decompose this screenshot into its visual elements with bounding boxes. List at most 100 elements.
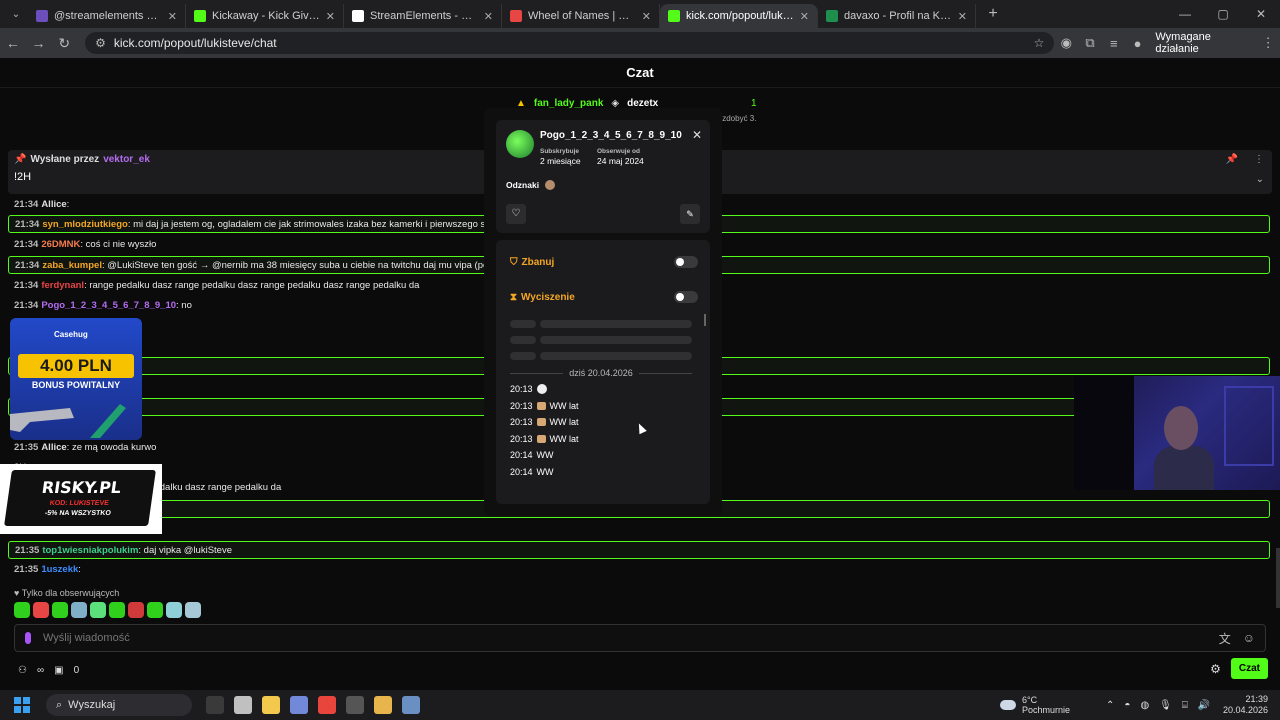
- page-scrollbar[interactable]: [1276, 548, 1280, 608]
- url-text[interactable]: kick.com/popout/lukisteve/chat: [114, 36, 1026, 50]
- browser-tab[interactable]: @streamelements mentione ✕: [28, 4, 186, 28]
- tab-favicon-icon: [36, 10, 48, 22]
- message-username[interactable]: top1wiesniakpolukim: [42, 545, 138, 556]
- history-scrollbar[interactable]: [704, 314, 706, 326]
- extension-icon[interactable]: ◉: [1054, 35, 1078, 51]
- settings-gear-icon[interactable]: ⚙: [1210, 662, 1221, 676]
- mute-toggle[interactable]: [674, 291, 698, 303]
- mute-label: Wyciszenie: [521, 291, 575, 303]
- heart-icon[interactable]: ♡: [506, 204, 526, 224]
- emote-icon[interactable]: [128, 602, 144, 618]
- taskbar-app-icon[interactable]: [262, 696, 280, 714]
- message-username[interactable]: 1uszekk: [41, 564, 78, 575]
- risky-ad: RISKY.PL KOD: LUKISTEVE -5% NA WSZYSTKO: [0, 464, 162, 534]
- windows-start-icon[interactable]: [14, 697, 30, 713]
- taskbar-clock[interactable]: 21:39 20.04.2026: [1223, 694, 1268, 716]
- emote-icon[interactable]: [185, 602, 201, 618]
- emote-icon[interactable]: [33, 602, 49, 618]
- taskbar-app-icon[interactable]: [206, 696, 224, 714]
- history-time: 20:13: [510, 400, 533, 411]
- weather-widget[interactable]: 6°C Pochmurnie: [1000, 690, 1070, 720]
- emote-icon[interactable]: [90, 602, 106, 618]
- steam-tray-icon[interactable]: ◍: [1140, 700, 1149, 711]
- browser-tab[interactable]: davaxo - Profil na Kick ✕: [818, 4, 976, 28]
- translate-icon[interactable]: 文: [1219, 630, 1231, 647]
- message-username[interactable]: Allice: [41, 199, 66, 210]
- close-tab-icon[interactable]: ✕: [958, 10, 967, 23]
- message-username[interactable]: Allice: [41, 442, 66, 453]
- taskbar-app-icon[interactable]: [234, 696, 252, 714]
- taskbar-app-icon[interactable]: [402, 696, 420, 714]
- close-tab-icon[interactable]: ✕: [168, 10, 177, 23]
- browser-tab[interactable]: Wheel of Names | Random nam ✕: [502, 4, 660, 28]
- mod-action-icon[interactable]: ✎: [680, 204, 700, 224]
- close-window-button[interactable]: ✕: [1242, 0, 1280, 28]
- network-icon[interactable]: ⌸: [1182, 700, 1188, 711]
- browser-tab[interactable]: kick.com/popout/lukisteve/chat ✕: [660, 4, 818, 28]
- taskbar-app-icon[interactable]: [346, 696, 364, 714]
- chat-input-box[interactable]: 文 ☺: [14, 624, 1266, 652]
- emoji-icon[interactable]: ☺: [1243, 631, 1255, 645]
- emote-icon[interactable]: [166, 602, 182, 618]
- site-info-icon[interactable]: ⚙: [95, 36, 106, 50]
- taskbar-app-icon[interactable]: [374, 696, 392, 714]
- cake-icon: [536, 418, 546, 427]
- emote-icon[interactable]: [14, 602, 30, 618]
- ban-toggle[interactable]: [674, 256, 698, 268]
- extensions-puzzle-icon[interactable]: ⧉: [1078, 35, 1102, 51]
- casehug-ad: Casehug 4.00 PLN BONUS POWITALNY: [10, 318, 142, 440]
- chat-input[interactable]: [43, 632, 1207, 644]
- minimize-button[interactable]: —: [1166, 0, 1204, 28]
- omnibox[interactable]: ⚙ kick.com/popout/lukisteve/chat ☆: [85, 32, 1055, 54]
- taskbar-app-icon[interactable]: [290, 696, 308, 714]
- pinned-by-label: Wysłane przez: [30, 154, 100, 165]
- message-username[interactable]: 26DMNK: [41, 239, 80, 250]
- browser-tab[interactable]: Kickaway - Kick Giveaway Tool ✕: [186, 4, 344, 28]
- back-button[interactable]: ←: [0, 35, 26, 51]
- forward-button[interactable]: →: [26, 35, 52, 51]
- pinned-user[interactable]: vektor_ek: [103, 154, 150, 165]
- gift-icon[interactable]: ▣: [54, 665, 63, 676]
- browser-tab[interactable]: StreamElements - Giveaways ✕: [344, 4, 502, 28]
- user-card-username[interactable]: Pogo_1_2_3_4_5_6_7_8_9_10: [540, 130, 682, 141]
- points-value: ∞: [36, 664, 45, 676]
- message-username[interactable]: ferdynanl: [41, 280, 84, 291]
- volume-icon[interactable]: 🔊: [1198, 700, 1210, 711]
- tab-search-button[interactable]: ⌄: [4, 4, 28, 24]
- emote-icon[interactable]: [52, 602, 68, 618]
- reload-button[interactable]: ↻: [51, 35, 77, 52]
- emote-icon[interactable]: [71, 602, 87, 618]
- media-icon[interactable]: ≡: [1102, 36, 1126, 51]
- weather-desc: Pochmurnie: [1022, 705, 1071, 715]
- close-tab-icon[interactable]: ✕: [326, 10, 335, 23]
- message-username[interactable]: Pogo_1_2_3_4_5_6_7_8_9_10: [41, 300, 176, 311]
- browser-menu-icon[interactable]: ⋮: [1256, 35, 1280, 51]
- points-icon[interactable]: ⚇: [18, 665, 27, 676]
- message-username[interactable]: zaba_kumpel: [42, 260, 102, 271]
- more-options-icon[interactable]: ⋮: [1254, 154, 1264, 165]
- send-chat-button[interactable]: Czat: [1230, 658, 1268, 679]
- message-username[interactable]: syn_mlodziutkiego: [42, 219, 128, 230]
- message-time: 21:35: [14, 564, 39, 575]
- emote-icon[interactable]: [109, 602, 125, 618]
- badges-label: Odznaki: [506, 180, 540, 190]
- taskbar-search[interactable]: ⌕ Wyszukaj: [46, 694, 192, 716]
- maximize-button[interactable]: ▢: [1204, 0, 1242, 28]
- bookmark-star-icon[interactable]: ☆: [1034, 36, 1045, 50]
- chevron-up-icon[interactable]: ⌃: [1106, 700, 1114, 711]
- action-required-button[interactable]: Wymagane działanie: [1155, 31, 1256, 55]
- close-tab-icon[interactable]: ✕: [800, 10, 809, 23]
- close-tab-icon[interactable]: ✕: [642, 10, 651, 23]
- moderation-box: ⛉ Zbanuj ⧗ Wyciszenie dziś 20.04.2026 20:1…: [496, 240, 710, 504]
- close-tab-icon[interactable]: ✕: [484, 10, 493, 23]
- mic-icon[interactable]: [25, 632, 31, 644]
- chevron-down-icon[interactable]: ⌄: [1256, 174, 1264, 185]
- new-tab-button[interactable]: +: [982, 3, 1004, 25]
- close-icon[interactable]: ✕: [692, 128, 702, 142]
- unpin-icon[interactable]: 📌: [1226, 154, 1238, 165]
- emote-icon[interactable]: [147, 602, 163, 618]
- microphone-icon[interactable]: 🎙: [1159, 700, 1172, 711]
- profile-avatar[interactable]: ●: [1126, 36, 1150, 51]
- discord-tray-icon[interactable]: ◓: [1124, 700, 1130, 711]
- taskbar-app-icon[interactable]: [318, 696, 336, 714]
